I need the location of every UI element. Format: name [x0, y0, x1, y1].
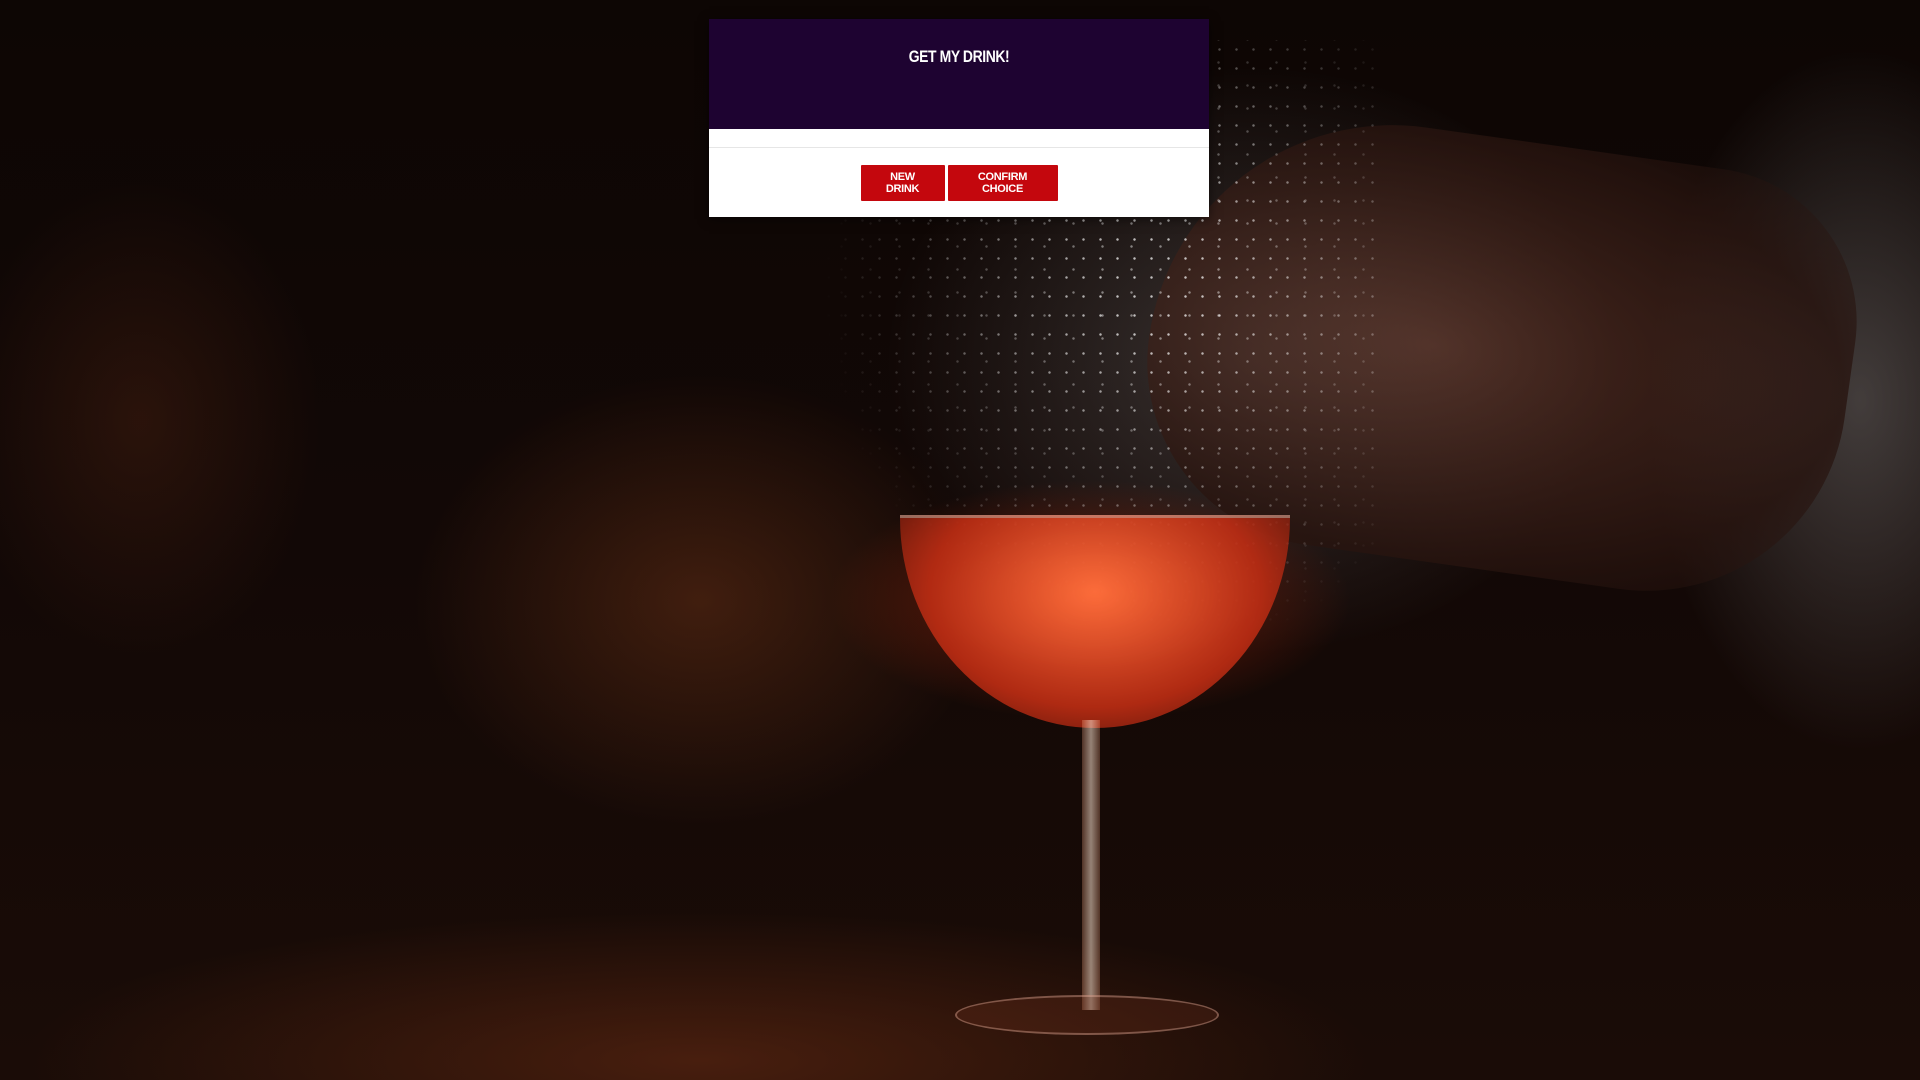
drink-modal: GET MY DRINK! NEW DRINK CONFIRM CHOICE: [709, 19, 1209, 217]
modal-title: GET MY DRINK!: [908, 47, 1010, 66]
modal-body: [709, 129, 1209, 148]
cocktail-glass-stem: [1082, 720, 1100, 1010]
new-drink-button[interactable]: NEW DRINK: [860, 164, 945, 201]
confirm-choice-button[interactable]: CONFIRM CHOICE: [947, 164, 1058, 201]
cocktail-glass-bowl: [900, 515, 1290, 728]
modal-footer: NEW DRINK CONFIRM CHOICE: [709, 148, 1209, 217]
cocktail-glass-foot: [955, 995, 1219, 1035]
modal-header: GET MY DRINK!: [709, 19, 1209, 129]
